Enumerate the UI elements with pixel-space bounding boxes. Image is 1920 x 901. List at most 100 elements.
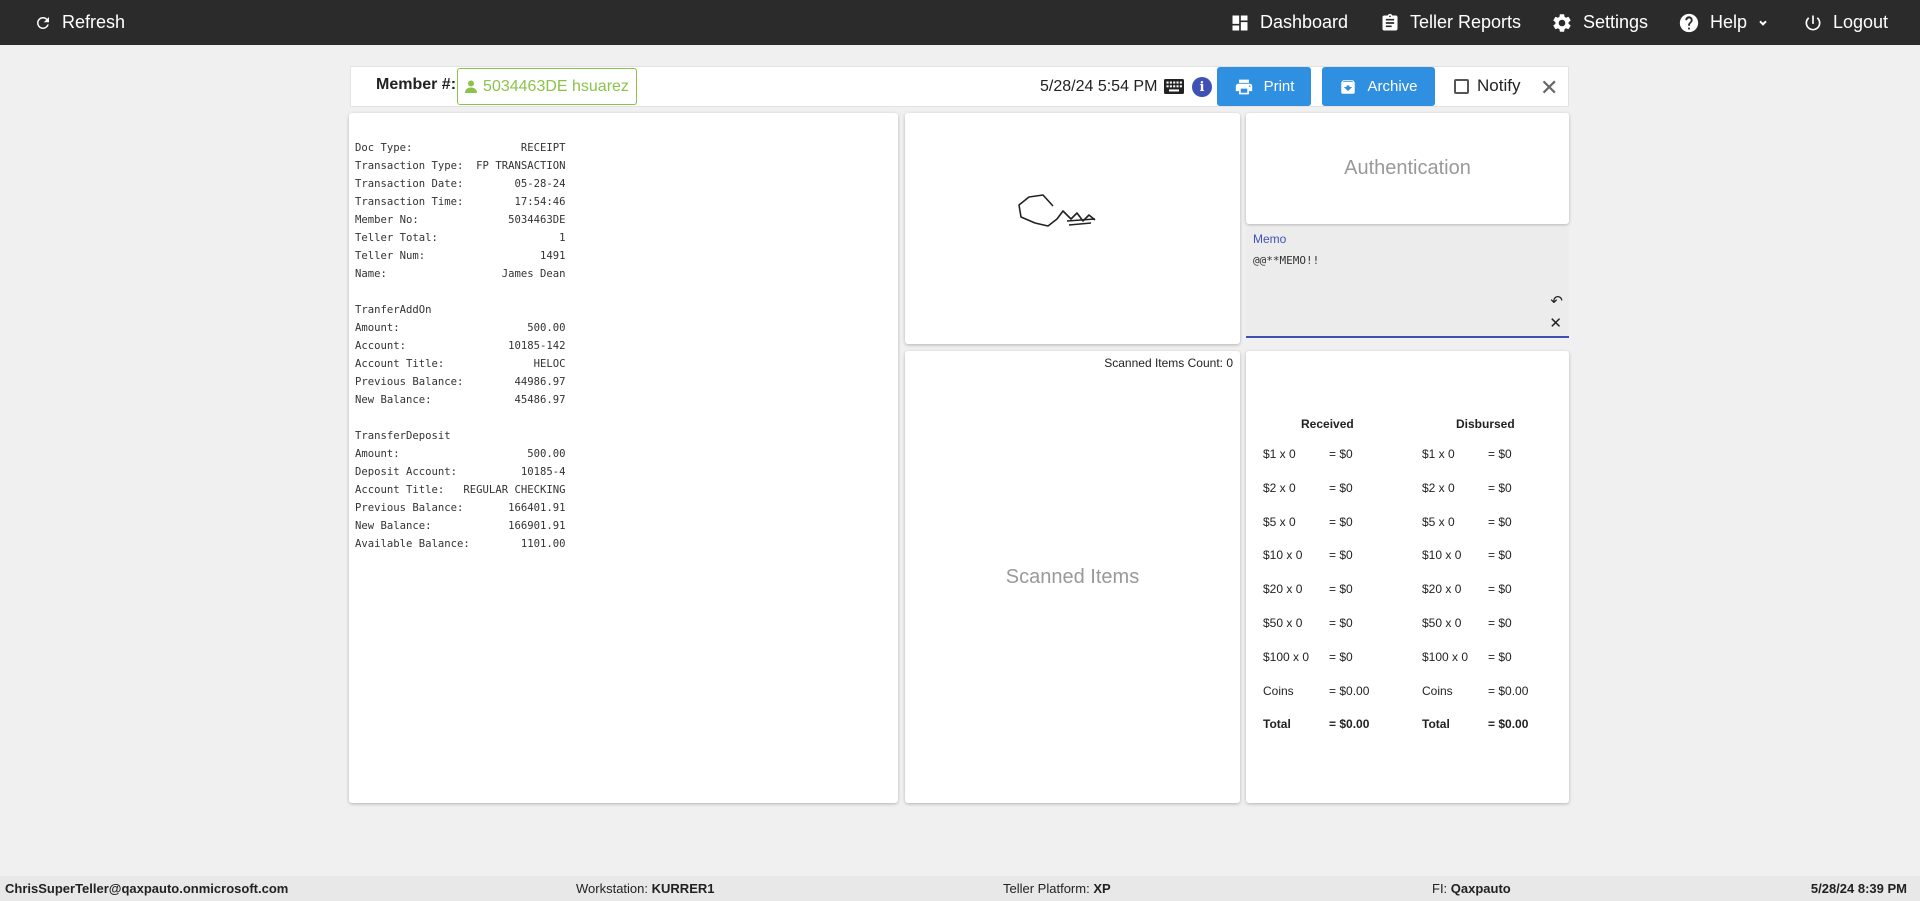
scanned-items-panel: Scanned Items Count: 0 Scanned Items (905, 351, 1240, 803)
disbursed-denomination: $20 x 0 (1422, 582, 1462, 597)
received-amount: = $0.00 (1329, 683, 1370, 698)
keyboard-icon[interactable] (1164, 79, 1184, 94)
member-header: Member #: 5034463DE hsuarez 5/28/24 5:54… (350, 66, 1569, 107)
teller-reports-label: Teller Reports (1410, 12, 1522, 32)
received-denomination: Total (1263, 717, 1291, 732)
dashboard-button[interactable]: Dashboard (1230, 0, 1348, 45)
memo-input[interactable]: @@**MEMO!! (1253, 254, 1319, 267)
received-amount: = $0 (1329, 514, 1353, 529)
received-amount: = $0.00 (1329, 717, 1370, 732)
received-denomination: $100 x 0 (1263, 649, 1310, 664)
status-footer: ChrisSuperTeller@qaxpauto.onmicrosoft.co… (0, 876, 1920, 901)
member-label: Member #: (376, 76, 457, 93)
notify-label: Notify (1477, 76, 1521, 95)
received-amount: = $0 (1329, 616, 1353, 630)
help-icon (1679, 13, 1699, 32)
refresh-label: Refresh (62, 12, 126, 32)
info-icon[interactable]: i (1192, 77, 1212, 97)
disbursed-amount: = $0.00 (1488, 683, 1529, 698)
clipboard-icon (1382, 13, 1398, 31)
received-amount: = $0 (1329, 447, 1353, 461)
user-icon (465, 80, 478, 93)
disbursed-denomination: Coins (1422, 683, 1453, 698)
close-icon[interactable]: ✕ (1540, 75, 1558, 101)
disbursed-denomination: $50 x 0 (1422, 616, 1462, 630)
received-denomination: $2 x 0 (1263, 480, 1296, 495)
footer-fi: FI: Qaxpauto (1432, 881, 1511, 896)
help-label: Help (1710, 12, 1748, 32)
disbursed-denomination: $1 x 0 (1422, 447, 1455, 461)
disbursed-denomination: $5 x 0 (1422, 514, 1455, 529)
top-nav-bar: Refresh Dashboard Teller Reports Setting… (0, 0, 1920, 45)
refresh-icon (36, 16, 49, 29)
transaction-datetime: 5/28/24 5:54 PM (1040, 78, 1158, 95)
dashboard-icon (1232, 15, 1248, 30)
received-amount: = $0 (1329, 480, 1353, 495)
logout-button[interactable]: Logout (1803, 0, 1888, 45)
footer-time: 5/28/24 8:39 PM (1810, 881, 1907, 896)
disbursed-denomination: Total (1422, 717, 1450, 732)
cash-panel: Received Disbursed $1 x 0 = $0 $2 x 0 = $0 $… (1246, 351, 1569, 803)
receipt-panel: Doc Type: RECEIPT Transaction Type: FP T… (349, 113, 898, 803)
received-header: Received (1301, 417, 1354, 431)
authentication-panel[interactable]: Authentication (1246, 113, 1569, 224)
footer-workstation: Workstation: KURRER1 (576, 881, 714, 896)
disbursed-denomination: $2 x 0 (1422, 480, 1455, 495)
printer-icon (1235, 79, 1252, 94)
disbursed-amount: = $0 (1488, 514, 1512, 529)
dashboard-label: Dashboard (1260, 12, 1349, 32)
received-amount: = $0 (1329, 548, 1353, 563)
disbursed-amount: = $0.00 (1488, 717, 1529, 732)
footer-teller-platform: Teller Platform: XP (1003, 881, 1111, 896)
disbursed-amount: = $0 (1488, 649, 1512, 664)
workstation-label: Workstation: (576, 881, 649, 896)
authentication-title: Authentication (1344, 157, 1471, 179)
teller-platform-label: Teller Platform: (1003, 881, 1090, 896)
disbursed-amount: = $0 (1488, 548, 1512, 563)
received-amount: = $0 (1329, 582, 1353, 597)
disbursed-amount: = $0 (1488, 447, 1512, 461)
scanned-items-title: Scanned Items (1005, 565, 1140, 588)
received-denomination: $5 x 0 (1263, 514, 1296, 529)
checkbox-box[interactable] (1454, 78, 1469, 94)
teller-platform-value: XP (1093, 881, 1111, 896)
settings-label: Settings (1583, 12, 1649, 32)
received-amount: = $0 (1329, 649, 1353, 664)
settings-button[interactable]: Settings (1551, 0, 1648, 45)
chevron-down-icon (1759, 20, 1767, 26)
signature-panel (905, 113, 1240, 344)
clear-icon[interactable]: ✕ (1549, 314, 1562, 332)
refresh-button[interactable]: Refresh (34, 0, 125, 45)
receipt-text: Doc Type: RECEIPT Transaction Type: FP T… (355, 142, 566, 550)
print-button[interactable]: Print (1217, 67, 1311, 106)
disbursed-header: Disbursed (1456, 417, 1515, 431)
fi-value: Qaxpauto (1450, 881, 1511, 896)
disbursed-amount: = $0 (1488, 616, 1512, 630)
member-value: 5034463DE hsuarez (483, 77, 629, 95)
disbursed-amount: = $0 (1488, 582, 1512, 597)
received-denomination: $50 x 0 (1263, 616, 1303, 630)
memo-label: Memo (1253, 232, 1287, 246)
teller-reports-button[interactable]: Teller Reports (1380, 0, 1521, 45)
disbursed-amount: = $0 (1488, 480, 1512, 495)
received-denomination: $1 x 0 (1263, 447, 1296, 461)
fi-label: FI: (1432, 881, 1448, 896)
archive-label: Archive (1367, 78, 1418, 95)
disbursed-denomination: $100 x 0 (1422, 649, 1469, 664)
footer-user: ChrisSuperTeller@qaxpauto.onmicrosoft.co… (5, 881, 289, 896)
archive-icon (1341, 79, 1356, 94)
signature-image (1018, 194, 1096, 227)
memo-field[interactable]: Memo @@**MEMO!! ↶ ✕ (1246, 228, 1569, 338)
received-denomination: $10 x 0 (1263, 548, 1303, 563)
help-button[interactable]: Help (1678, 0, 1769, 45)
workstation-value: KURRER1 (651, 881, 715, 896)
logout-label: Logout (1833, 12, 1889, 32)
disbursed-denomination: $10 x 0 (1422, 548, 1462, 563)
archive-button[interactable]: Archive (1322, 67, 1435, 106)
undo-icon[interactable]: ↶ (1550, 292, 1563, 310)
power-icon (1805, 15, 1821, 30)
notify-checkbox[interactable]: Notify (1454, 76, 1520, 96)
print-label: Print (1263, 78, 1295, 95)
received-denomination: Coins (1263, 683, 1294, 698)
member-chip[interactable]: 5034463DE hsuarez (457, 68, 637, 105)
